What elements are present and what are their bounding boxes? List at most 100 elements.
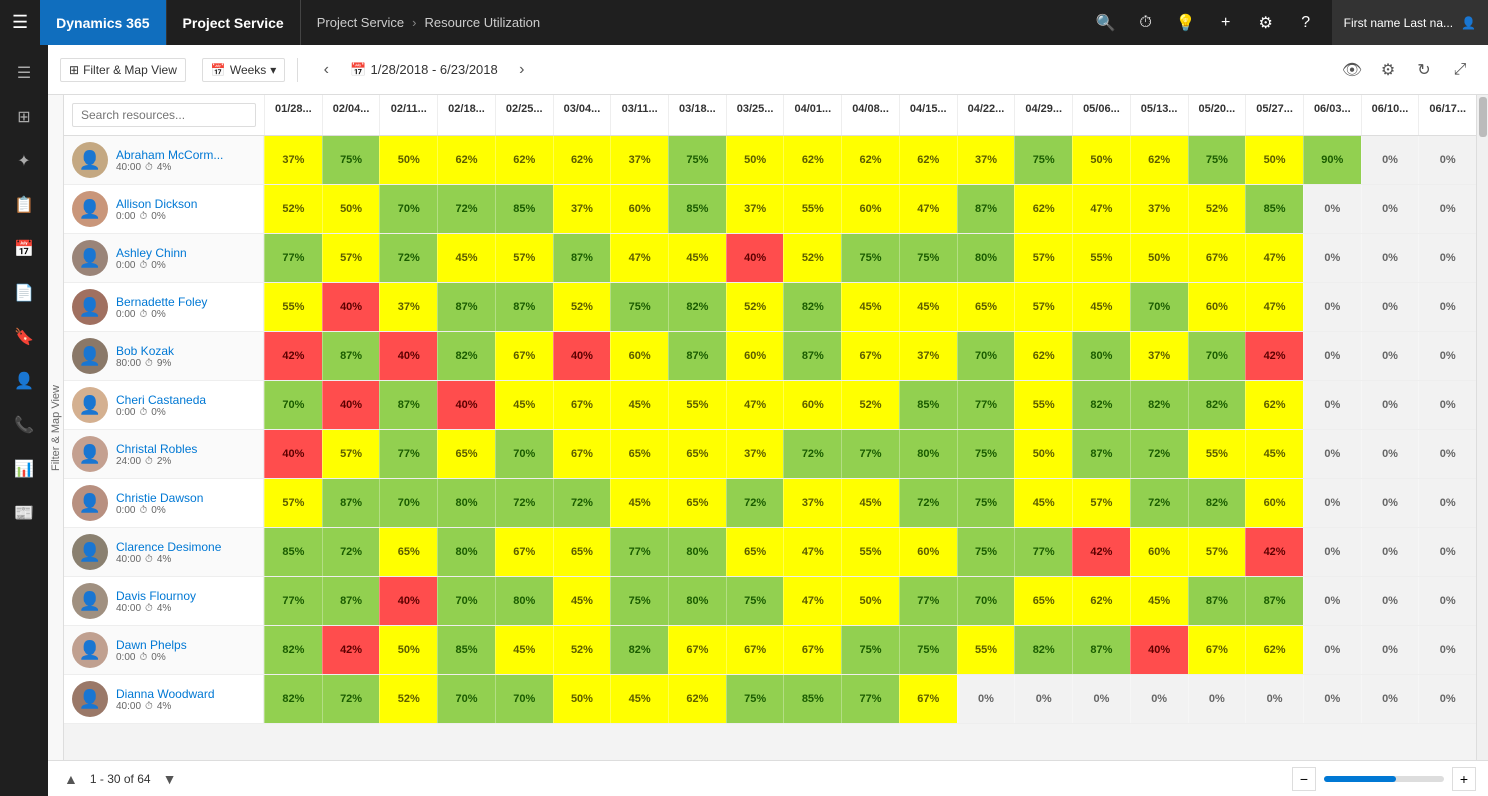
- utilization-cell[interactable]: 40%: [553, 332, 611, 380]
- utilization-cell[interactable]: 62%: [1014, 332, 1072, 380]
- utilization-cell[interactable]: 67%: [553, 430, 611, 478]
- utilization-cell[interactable]: 40%: [437, 381, 495, 429]
- utilization-cell[interactable]: 40%: [379, 332, 437, 380]
- utilization-cell[interactable]: 45%: [668, 234, 726, 282]
- utilization-cell[interactable]: 82%: [1130, 381, 1188, 429]
- utilization-cell[interactable]: 75%: [1188, 136, 1246, 184]
- utilization-cell[interactable]: 75%: [322, 136, 380, 184]
- utilization-cell[interactable]: 62%: [437, 136, 495, 184]
- utilization-cell[interactable]: 55%: [1188, 430, 1246, 478]
- utilization-cell[interactable]: 52%: [1188, 185, 1246, 233]
- utilization-cell[interactable]: 0%: [1418, 479, 1476, 527]
- utilization-cell[interactable]: 47%: [1245, 234, 1303, 282]
- utilization-cell[interactable]: 55%: [668, 381, 726, 429]
- utilization-cell[interactable]: 62%: [841, 136, 899, 184]
- filter-panel[interactable]: Filter & Map View: [48, 95, 64, 760]
- utilization-cell[interactable]: 87%: [1188, 577, 1246, 625]
- utilization-cell[interactable]: 85%: [783, 675, 841, 723]
- clock-icon[interactable]: ⏱: [1128, 5, 1164, 41]
- utilization-cell[interactable]: 85%: [668, 185, 726, 233]
- utilization-cell[interactable]: 70%: [495, 675, 553, 723]
- utilization-cell[interactable]: 37%: [379, 283, 437, 331]
- utilization-cell[interactable]: 82%: [610, 626, 668, 674]
- utilization-cell[interactable]: 37%: [726, 430, 784, 478]
- resource-name[interactable]: Christie Dawson: [116, 491, 203, 505]
- utilization-cell[interactable]: 50%: [553, 675, 611, 723]
- resource-name[interactable]: Christal Robles: [116, 442, 197, 456]
- utilization-cell[interactable]: 45%: [495, 381, 553, 429]
- vertical-scrollbar[interactable]: [1476, 95, 1488, 760]
- utilization-cell[interactable]: 77%: [841, 675, 899, 723]
- utilization-cell[interactable]: 50%: [1014, 430, 1072, 478]
- utilization-cell[interactable]: 75%: [957, 430, 1015, 478]
- utilization-cell[interactable]: 57%: [322, 430, 380, 478]
- utilization-cell[interactable]: 70%: [957, 332, 1015, 380]
- utilization-cell[interactable]: 45%: [610, 479, 668, 527]
- weeks-toggle[interactable]: 📅 Weeks ▾: [202, 58, 285, 82]
- utilization-cell[interactable]: 50%: [726, 136, 784, 184]
- utilization-cell[interactable]: 0%: [1361, 430, 1419, 478]
- utilization-cell[interactable]: 0%: [1418, 332, 1476, 380]
- utilization-cell[interactable]: 52%: [841, 381, 899, 429]
- utilization-cell[interactable]: 60%: [1188, 283, 1246, 331]
- utilization-cell[interactable]: 62%: [1245, 381, 1303, 429]
- utilization-cell[interactable]: 82%: [783, 283, 841, 331]
- utilization-cell[interactable]: 87%: [322, 332, 380, 380]
- utilization-cell[interactable]: 47%: [726, 381, 784, 429]
- utilization-cell[interactable]: 0%: [1361, 577, 1419, 625]
- utilization-cell[interactable]: 0%: [1303, 479, 1361, 527]
- utilization-cell[interactable]: 75%: [726, 577, 784, 625]
- utilization-cell[interactable]: 70%: [379, 185, 437, 233]
- utilization-cell[interactable]: 55%: [783, 185, 841, 233]
- utilization-cell[interactable]: 0%: [1418, 675, 1476, 723]
- utilization-cell[interactable]: 60%: [841, 185, 899, 233]
- utilization-cell[interactable]: 0%: [1418, 577, 1476, 625]
- utilization-cell[interactable]: 0%: [1130, 675, 1188, 723]
- utilization-cell[interactable]: 45%: [841, 479, 899, 527]
- utilization-cell[interactable]: 67%: [841, 332, 899, 380]
- utilization-cell[interactable]: 77%: [841, 430, 899, 478]
- utilization-cell[interactable]: 75%: [899, 234, 957, 282]
- utilization-cell[interactable]: 40%: [322, 283, 380, 331]
- utilization-cell[interactable]: 87%: [783, 332, 841, 380]
- utilization-cell[interactable]: 80%: [437, 479, 495, 527]
- utilization-cell[interactable]: 87%: [957, 185, 1015, 233]
- utilization-cell[interactable]: 37%: [553, 185, 611, 233]
- utilization-cell[interactable]: 70%: [379, 479, 437, 527]
- utilization-cell[interactable]: 70%: [957, 577, 1015, 625]
- utilization-cell[interactable]: 57%: [1014, 283, 1072, 331]
- utilization-cell[interactable]: 87%: [1245, 577, 1303, 625]
- utilization-cell[interactable]: 70%: [437, 675, 495, 723]
- utilization-cell[interactable]: 0%: [1418, 430, 1476, 478]
- utilization-cell[interactable]: 67%: [899, 675, 957, 723]
- utilization-cell[interactable]: 0%: [957, 675, 1015, 723]
- utilization-cell[interactable]: 45%: [899, 283, 957, 331]
- utilization-cell[interactable]: 45%: [1014, 479, 1072, 527]
- utilization-cell[interactable]: 40%: [1130, 626, 1188, 674]
- utilization-cell[interactable]: 87%: [322, 577, 380, 625]
- hamburger-menu[interactable]: ☰: [0, 12, 40, 33]
- utilization-cell[interactable]: 40%: [264, 430, 322, 478]
- zoom-in-button[interactable]: +: [1452, 767, 1476, 791]
- page-down-button[interactable]: ▼: [159, 769, 181, 789]
- utilization-cell[interactable]: 60%: [610, 332, 668, 380]
- sidebar-item-chart[interactable]: 📊: [4, 449, 44, 489]
- utilization-cell[interactable]: 65%: [379, 528, 437, 576]
- utilization-cell[interactable]: 87%: [495, 283, 553, 331]
- utilization-cell[interactable]: 85%: [264, 528, 322, 576]
- utilization-cell[interactable]: 42%: [322, 626, 380, 674]
- utilization-cell[interactable]: 0%: [1418, 626, 1476, 674]
- utilization-cell[interactable]: 0%: [1303, 430, 1361, 478]
- utilization-cell[interactable]: 37%: [264, 136, 322, 184]
- utilization-cell[interactable]: 0%: [1361, 234, 1419, 282]
- utilization-cell[interactable]: 50%: [841, 577, 899, 625]
- utilization-cell[interactable]: 0%: [1245, 675, 1303, 723]
- settings-button[interactable]: ⚙: [1372, 54, 1404, 86]
- utilization-cell[interactable]: 37%: [1130, 185, 1188, 233]
- resource-name[interactable]: Clarence Desimone: [116, 540, 221, 554]
- utilization-cell[interactable]: 75%: [610, 577, 668, 625]
- utilization-cell[interactable]: 80%: [899, 430, 957, 478]
- utilization-cell[interactable]: 67%: [495, 528, 553, 576]
- utilization-cell[interactable]: 77%: [264, 577, 322, 625]
- utilization-cell[interactable]: 47%: [1245, 283, 1303, 331]
